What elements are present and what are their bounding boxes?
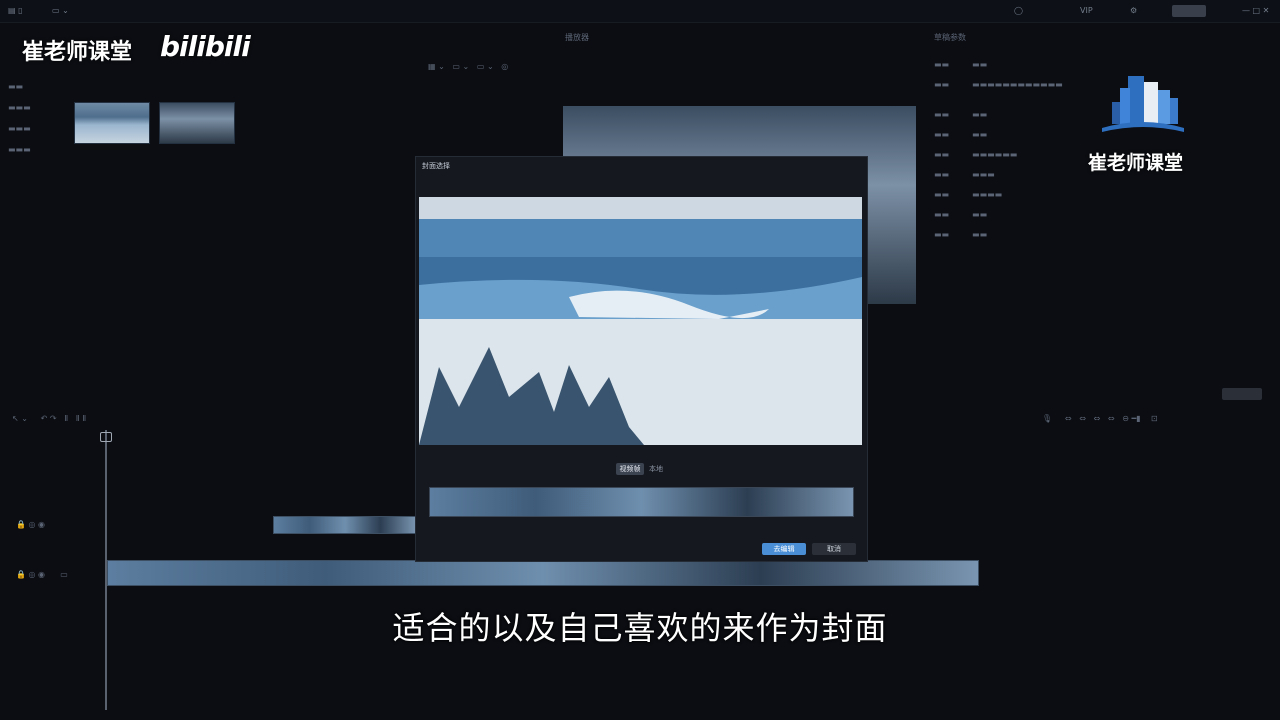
sidebar-item[interactable]: ▬▬▬ — [8, 145, 68, 154]
frame-strip[interactable] — [429, 487, 854, 517]
property-row: ▬▬ ▬▬ — [934, 210, 988, 219]
bilibili-logo: bilibili — [160, 30, 251, 63]
property-row: ▬▬ ▬▬ — [934, 230, 988, 239]
dialog-title: 封面选择 — [422, 162, 450, 170]
confirm-button[interactable]: 去编辑 — [762, 543, 806, 555]
media-sidebar: ▬▬ ▬▬▬ ▬▬▬ ▬▬▬ — [8, 60, 68, 180]
sidebar-item[interactable]: ▬▬▬ — [8, 103, 68, 112]
vip-badge[interactable]: VIP — [1080, 4, 1110, 18]
properties-list: ▬▬ ▬▬ ▬▬ ▬▬▬▬▬▬▬▬▬▬▬▬ ▬▬ ▬▬ ▬▬ ▬▬ ▬▬ ▬▬▬… — [934, 60, 1234, 260]
menu-item[interactable]: ▭ ⌄ — [52, 4, 82, 18]
sidebar-item[interactable]: ▬▬▬ — [8, 124, 68, 133]
property-row: ▬▬ ▬▬ — [934, 60, 988, 69]
tab-video-frame[interactable]: 视频帧 — [616, 463, 644, 475]
sidebar-item[interactable]: ▬▬ — [8, 82, 68, 91]
export-button[interactable] — [1172, 5, 1206, 17]
property-row: ▬▬ ▬▬▬▬ — [934, 190, 1003, 199]
tab-local[interactable]: 本地 — [646, 463, 666, 475]
main-video-clip[interactable] — [107, 560, 979, 586]
playhead-handle[interactable] — [100, 432, 112, 442]
settings-icon[interactable]: ⚙ — [1130, 4, 1160, 18]
properties-title: 草稿参数 — [934, 33, 966, 42]
cancel-button[interactable]: 取消 — [812, 543, 856, 555]
track-controls[interactable]: 🔒 ◎ ◉ ▭ — [16, 570, 68, 579]
media-thumbnail[interactable] — [74, 102, 150, 144]
notification-icon[interactable]: ◯ — [1014, 4, 1034, 18]
timeline-toolbar[interactable]: ↖ ⌄ ↶ ↷ Ⅱ Ⅱ Ⅱ — [12, 414, 86, 423]
overlay-clip[interactable] — [273, 516, 417, 534]
cover-preview — [419, 197, 862, 445]
window-controls[interactable]: — □ ✕ — [1242, 4, 1276, 18]
property-row: ▬▬ ▬▬ — [934, 110, 988, 119]
menu-icon[interactable]: ▤ ▯ — [8, 4, 48, 18]
video-subtitle: 适合的以及自己喜欢的来作为封面 — [392, 609, 888, 647]
property-row: ▬▬ ▬▬▬ — [934, 170, 995, 179]
property-row: ▬▬ ▬▬▬▬▬▬▬▬▬▬▬▬ — [934, 80, 1063, 89]
player-toolbar[interactable]: ▦ ⌄ ▭ ⌄ ▭ ⌄ ◎ — [428, 62, 508, 71]
modify-button[interactable] — [1222, 388, 1262, 400]
media-thumbnail[interactable] — [159, 102, 235, 144]
cover-dialog: 封面选择 视频帧 本地 去编辑 取消 — [415, 156, 868, 562]
property-row: ▬▬ ▬▬▬▬▬▬ — [934, 150, 1018, 159]
timeline-tools[interactable]: 🎙 ⇔ ⇔ ⇔ ⇔ ⊖ ━▮ ⊡ — [1042, 414, 1158, 423]
player-title: 播放器 — [565, 33, 589, 42]
track-controls[interactable]: 🔒 ◎ ◉ — [16, 520, 45, 529]
property-row: ▬▬ ▬▬ — [934, 130, 988, 139]
